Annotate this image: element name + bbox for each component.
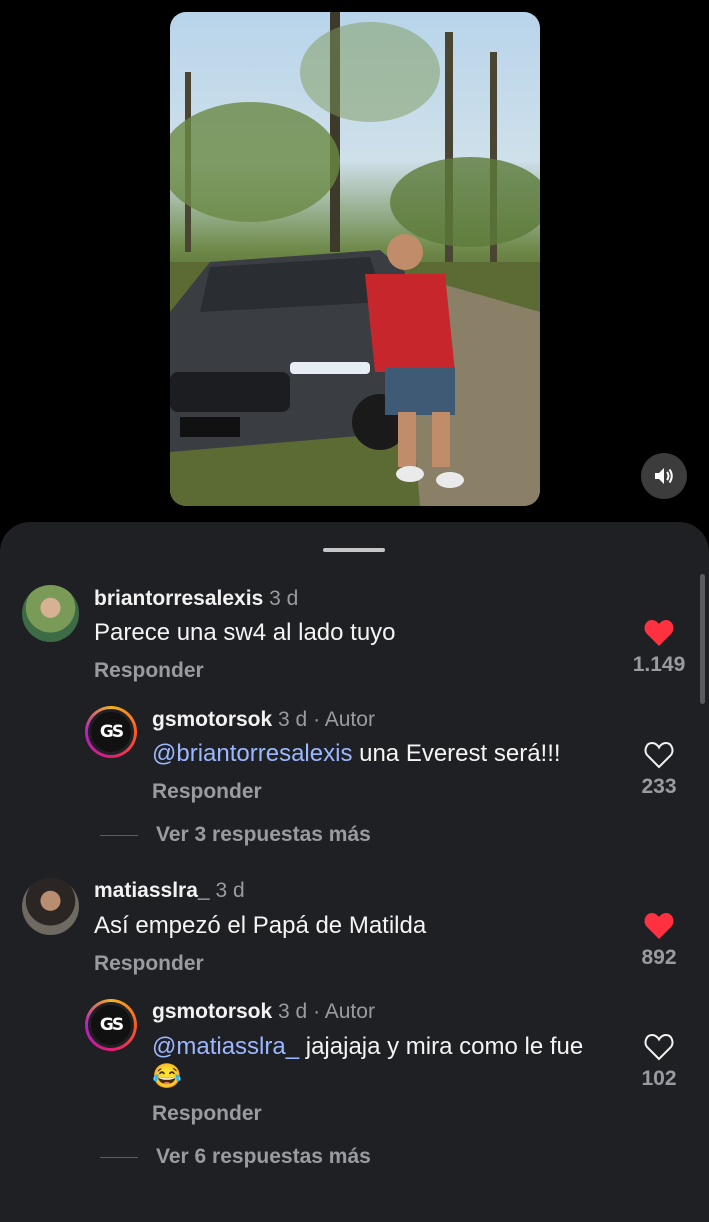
gs-logo: GS — [88, 709, 134, 755]
reply-button[interactable]: Responder — [152, 1102, 262, 1126]
comment-text: Parece una sw4 al lado tuyo — [94, 619, 396, 646]
like-count: 1.149 — [632, 653, 686, 676]
video-player[interactable] — [170, 12, 540, 506]
divider-line — [100, 834, 138, 836]
reply-username[interactable]: gsmotorsok — [152, 708, 272, 731]
like-button[interactable]: 102 — [629, 1033, 689, 1091]
heart-outline-icon — [644, 741, 674, 769]
gs-logo: GS — [88, 1002, 134, 1048]
reply-button[interactable]: Responder — [152, 780, 262, 804]
view-more-label: Ver 6 respuestas más — [156, 1145, 371, 1168]
sound-toggle-button[interactable] — [641, 453, 687, 499]
video-frame — [170, 12, 540, 506]
comment-time: 3 d — [269, 587, 299, 610]
reply-time: 3 d — [278, 1000, 308, 1023]
reply-button[interactable]: Responder — [94, 952, 204, 976]
reply-username[interactable]: gsmotorsok — [152, 1000, 272, 1023]
heart-filled-icon — [644, 620, 674, 646]
speaker-icon — [655, 468, 673, 484]
like-count: 102 — [641, 1067, 677, 1090]
heart-outline-icon — [644, 1033, 674, 1061]
like-count: 233 — [641, 775, 677, 798]
avatar[interactable]: GS — [85, 706, 137, 758]
like-button[interactable]: 892 — [629, 912, 689, 970]
comments-sheet: briantorresalexis 3 d Parece una sw4 al … — [0, 522, 709, 1222]
comment-username[interactable]: briantorresalexis — [94, 587, 263, 610]
heart-filled-icon — [644, 913, 674, 939]
like-button[interactable]: 233 — [629, 741, 689, 799]
comment-username[interactable]: matiasslra_ — [94, 879, 210, 902]
author-badge: · Autor — [313, 708, 375, 731]
view-more-label: Ver 3 respuestas más — [156, 823, 371, 846]
sheet-drag-handle[interactable] — [323, 548, 385, 552]
avatar[interactable] — [22, 585, 79, 642]
avatar[interactable] — [22, 878, 79, 935]
author-badge: · Autor — [313, 1000, 375, 1023]
mention-link[interactable]: @matiasslra_ — [152, 1033, 299, 1060]
reply-time: 3 d — [278, 708, 308, 731]
like-button[interactable]: 1.149 — [629, 619, 689, 677]
view-more-replies[interactable]: Ver 3 respuestas más — [100, 823, 371, 847]
mention-link[interactable]: @briantorresalexis — [152, 740, 352, 767]
avatar[interactable]: GS — [85, 999, 137, 1051]
divider-line — [100, 1156, 138, 1158]
comment-text: Así empezó el Papá de Matilda — [94, 912, 427, 939]
reply-text: una Everest será!!! — [352, 740, 561, 767]
like-count: 892 — [641, 946, 677, 969]
reply-button[interactable]: Responder — [94, 659, 204, 683]
scrollbar[interactable] — [700, 574, 705, 704]
view-more-replies[interactable]: Ver 6 respuestas más — [100, 1145, 371, 1169]
comment-time: 3 d — [215, 879, 245, 902]
